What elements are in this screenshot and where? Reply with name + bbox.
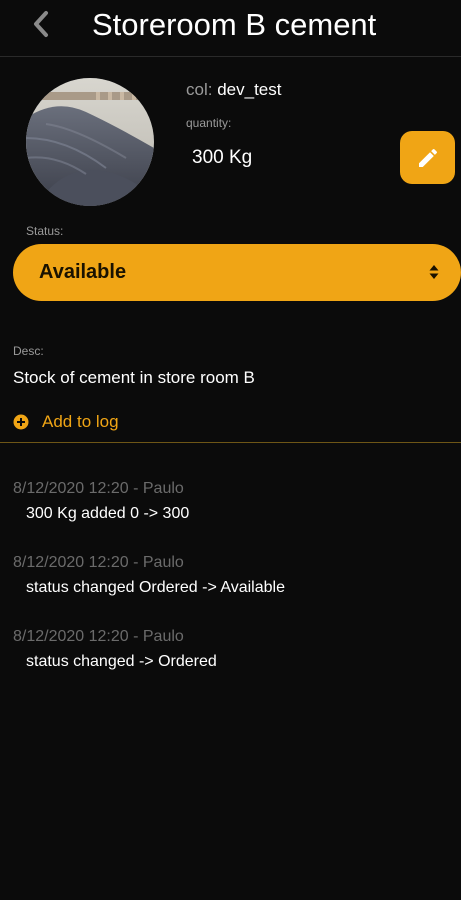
pencil-icon <box>418 148 437 167</box>
status-selected-value: Available <box>39 261 127 283</box>
log-entry-text: status changed -> Ordered <box>26 653 217 670</box>
page-title: Storeroom B cement <box>92 7 377 42</box>
description-text: Stock of cement in store room B <box>13 368 255 387</box>
quantity-value: 300 Kg <box>192 147 253 168</box>
add-to-log-label: Add to log <box>42 412 119 431</box>
collection-line: col: dev_test <box>186 80 281 100</box>
app-header: Storeroom B cement <box>0 0 461 57</box>
log-entry-meta: 8/12/2020 12:20 - Paulo <box>13 554 184 571</box>
log-entry: 8/12/2020 12:20 - Paulo status changed -… <box>13 627 453 672</box>
status-label: Status: <box>26 224 64 238</box>
status-dropdown[interactable]: Available <box>13 244 461 301</box>
quantity-label: quantity: <box>186 116 232 130</box>
description-label: Desc: <box>13 344 44 358</box>
log-entry-meta: 8/12/2020 12:20 - Paulo <box>13 480 184 497</box>
add-to-log-button[interactable]: Add to log <box>13 411 119 433</box>
edit-button[interactable] <box>400 131 455 184</box>
item-photo <box>26 78 154 206</box>
log-entry-text: 300 Kg added 0 -> 300 <box>26 505 190 522</box>
log-entry-text: status changed Ordered -> Available <box>26 579 285 596</box>
sort-arrows-icon <box>429 265 439 279</box>
back-button[interactable] <box>26 8 56 40</box>
log-entry-meta: 8/12/2020 12:20 - Paulo <box>13 628 184 645</box>
chevron-left-icon <box>34 11 48 37</box>
plus-circle-icon <box>13 414 29 430</box>
log-entry: 8/12/2020 12:20 - Paulo 300 Kg added 0 -… <box>13 479 453 524</box>
collection-label: col: <box>186 80 213 99</box>
cement-pile-image <box>26 78 154 206</box>
log-entry: 8/12/2020 12:20 - Paulo status changed O… <box>13 553 453 598</box>
section-divider <box>0 442 461 443</box>
collection-value: dev_test <box>217 80 282 99</box>
